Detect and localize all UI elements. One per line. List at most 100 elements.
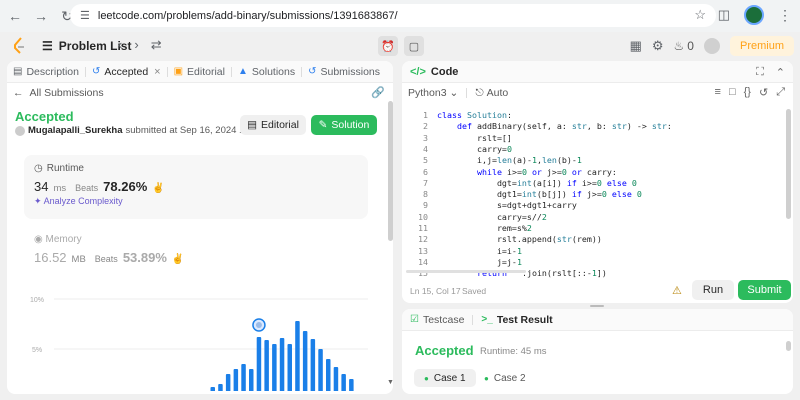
solution-button[interactable]: ✎ Solution bbox=[311, 115, 377, 135]
runtime-card[interactable]: ◷ Runtime 34 ms Beats 78.26% ✌ ✦ Analyze… bbox=[24, 155, 368, 219]
history-icon: ↺ bbox=[308, 66, 317, 77]
code-line[interactable]: class Solution: bbox=[437, 110, 512, 121]
timer-icon[interactable]: ⏰ bbox=[378, 36, 398, 56]
chart-bar[interactable] bbox=[210, 387, 216, 391]
tab-description[interactable]: ▤ Description bbox=[13, 66, 79, 78]
code-line[interactable]: j=j-1 bbox=[437, 257, 522, 268]
submission-status: Accepted bbox=[15, 109, 74, 124]
chart-bar[interactable] bbox=[225, 374, 231, 391]
chart-bar[interactable] bbox=[326, 359, 331, 391]
submit-button[interactable]: Submit bbox=[738, 280, 791, 300]
all-submissions-link[interactable]: ← All Submissions 🔗 bbox=[7, 83, 393, 103]
next-problem-icon[interactable]: › bbox=[134, 37, 138, 53]
chart-bar[interactable] bbox=[256, 337, 262, 391]
expand-icon[interactable]: ⤢ bbox=[776, 86, 785, 99]
language-select[interactable]: Python3 ⌄ bbox=[408, 87, 458, 99]
url-text[interactable]: leetcode.com/problems/add-binary/submiss… bbox=[98, 10, 398, 22]
settings-gear-icon[interactable]: ⚙ bbox=[652, 38, 664, 54]
collapse-icon[interactable]: ⌃ bbox=[776, 66, 785, 79]
code-line[interactable]: s=dgt+dgt1+carry bbox=[437, 200, 577, 211]
premium-button[interactable]: Premium bbox=[729, 36, 794, 56]
runtime-distribution-chart[interactable]: 10% 5% bbox=[24, 291, 368, 391]
case-1-tab[interactable]: ● Case 1 bbox=[414, 369, 476, 387]
bookmark-star-icon[interactable]: ☆ bbox=[694, 7, 706, 23]
chart-bar[interactable] bbox=[333, 367, 339, 391]
notification-icon[interactable]: ⚠ bbox=[672, 284, 682, 297]
tab-accepted[interactable]: ↺ Accepted × bbox=[92, 66, 161, 78]
test-result-panel: ☑ Testcase >_ Test Result Accepted Runti… bbox=[402, 309, 793, 394]
braces-icon[interactable]: {} bbox=[744, 86, 751, 99]
chart-bar[interactable] bbox=[264, 340, 269, 391]
chart-bar[interactable] bbox=[349, 379, 354, 391]
chart-bar[interactable] bbox=[310, 339, 316, 391]
chart-bar[interactable] bbox=[241, 364, 246, 391]
result-scrollbar[interactable] bbox=[786, 341, 791, 351]
analyze-complexity-link[interactable]: ✦ Analyze Complexity bbox=[34, 196, 123, 207]
chart-bar[interactable] bbox=[302, 331, 308, 391]
extensions-icon[interactable]: ◫ bbox=[718, 7, 730, 23]
tab-solutions[interactable]: ▲ Solutions bbox=[238, 66, 295, 78]
editorial-button[interactable]: ▤ Editorial bbox=[240, 115, 306, 135]
chart-bar[interactable] bbox=[218, 384, 223, 391]
code-line[interactable]: rslt=[] bbox=[437, 133, 512, 144]
bookmark-icon[interactable]: □ bbox=[729, 86, 736, 99]
tab-editorial[interactable]: ▣ Editorial bbox=[174, 66, 225, 78]
submitter-name[interactable]: Mugalapalli_Surekha bbox=[28, 125, 123, 136]
code-line[interactable]: dgt=int(a[i]) if i>=0 else 0 bbox=[437, 178, 637, 189]
editor-toolbar: Python3 ⌄ ⎋ Auto ≡ □ {} ↺ ⤢ bbox=[402, 83, 793, 103]
scroll-down-icon[interactable]: ▼ bbox=[387, 379, 393, 386]
memory-section[interactable]: ◉ Memory 16.52 MB Beats 53.89% ✌ bbox=[24, 234, 368, 274]
profile-avatar[interactable] bbox=[744, 5, 764, 25]
streak-count: 0 bbox=[687, 39, 694, 53]
left-scrollbar[interactable] bbox=[388, 101, 393, 241]
editor-scrollbar[interactable] bbox=[786, 109, 791, 219]
chart-bar[interactable] bbox=[341, 374, 346, 391]
tab-test-result[interactable]: >_ Test Result bbox=[481, 314, 552, 326]
tab-testcase[interactable]: ☑ Testcase bbox=[410, 314, 464, 326]
chart-bar[interactable] bbox=[249, 369, 254, 391]
autocomplete-toggle[interactable]: ⎋ Auto bbox=[475, 87, 508, 100]
share-link-icon[interactable]: 🔗 bbox=[371, 86, 385, 99]
runtime-value: 34 bbox=[34, 179, 49, 194]
close-tab-icon[interactable]: × bbox=[154, 66, 160, 78]
case-2-tab[interactable]: ● Case 2 bbox=[474, 369, 536, 387]
code-line[interactable]: def addBinary(self, a: str, b: str) -> s… bbox=[437, 121, 672, 132]
format-icon[interactable]: ≡ bbox=[715, 86, 721, 99]
code-editor[interactable]: 1 class Solution: 2 def addBinary(self, a:… bbox=[402, 107, 782, 278]
maximize-icon[interactable]: ⛶ bbox=[756, 66, 764, 79]
chart-bar[interactable] bbox=[295, 321, 300, 391]
code-line[interactable]: carry=s//2 bbox=[437, 212, 547, 223]
chart-bar[interactable] bbox=[287, 344, 293, 391]
code-line[interactable]: i,j=len(a)-1,len(b)-1 bbox=[437, 155, 582, 166]
code-line[interactable]: rslt.append(str(rem)) bbox=[437, 234, 602, 245]
tab-submissions[interactable]: ↺ Submissions bbox=[308, 66, 380, 78]
prev-problem-icon[interactable]: ‹ bbox=[118, 37, 122, 53]
code-line[interactable]: i=i-1 bbox=[437, 246, 522, 257]
tab-divider bbox=[472, 314, 474, 325]
chart-bar[interactable] bbox=[233, 369, 239, 391]
user-avatar[interactable] bbox=[703, 38, 720, 54]
tune-icon[interactable]: ☰ bbox=[80, 9, 90, 22]
chart-bar[interactable] bbox=[318, 349, 323, 391]
forward-icon[interactable]: → bbox=[30, 5, 52, 27]
panel-resize-handle[interactable] bbox=[590, 305, 604, 307]
code-line[interactable]: rem=s%2 bbox=[437, 223, 532, 234]
streak-counter[interactable]: ♨ 0 bbox=[674, 39, 694, 53]
line-number: 8 bbox=[423, 189, 428, 200]
reset-icon[interactable]: ↺ bbox=[759, 86, 768, 99]
chart-bar[interactable] bbox=[279, 338, 285, 391]
editor-horizontal-scrollbar[interactable] bbox=[406, 270, 526, 273]
notes-icon[interactable]: ▢ bbox=[404, 36, 424, 56]
code-line[interactable]: while i>=0 or j>=0 or carry: bbox=[437, 167, 617, 178]
all-submissions-label: All Submissions bbox=[29, 87, 104, 99]
code-line[interactable]: carry=0 bbox=[437, 144, 512, 155]
leetcode-logo-icon[interactable] bbox=[12, 37, 26, 55]
code-line[interactable]: dgt1=int(b[j]) if j>=0 else 0 bbox=[437, 189, 642, 200]
run-button[interactable]: Run bbox=[692, 280, 734, 300]
address-bar[interactable]: ☰ leetcode.com/problems/add-binary/submi… bbox=[70, 4, 716, 27]
chart-bar[interactable] bbox=[272, 344, 277, 391]
shuffle-icon[interactable]: ⇄ bbox=[151, 37, 162, 53]
layout-icon[interactable]: ▦ bbox=[630, 38, 642, 54]
menu-kebab-icon[interactable]: ⋮ bbox=[778, 7, 792, 24]
back-icon[interactable]: ← bbox=[4, 5, 26, 27]
